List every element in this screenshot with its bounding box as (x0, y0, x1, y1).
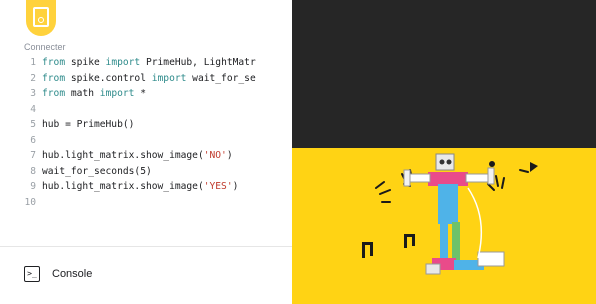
line-number: 1 (30, 57, 36, 68)
code-keyword: import (151, 72, 187, 84)
code-keyword: from (42, 57, 66, 68)
code-keyword: import (99, 88, 135, 99)
code-line[interactable]: 8 wait_for_seconds(5) (24, 164, 292, 180)
code-line[interactable]: 6 (24, 133, 292, 149)
code-token: hub.light_matrix.show_image( (42, 181, 204, 192)
code-token: hub.light_matrix.show_image( (42, 150, 204, 161)
line-number: 5 (30, 119, 36, 130)
code-token: wait_for_seconds(5) (42, 165, 152, 177)
divider (0, 246, 292, 247)
hub-icon (33, 7, 49, 27)
connection-label: Connecter (24, 42, 66, 52)
code-editor[interactable]: 1 from spike import PrimeHub, LightMatr 2 f… (24, 55, 292, 210)
code-token: * (134, 88, 146, 99)
line-number: 2 (30, 72, 36, 84)
code-line[interactable]: 2 from spike.control import wait_for_se (24, 71, 292, 87)
line-code: hub = PrimeHub() (42, 117, 134, 133)
line-number: 7 (30, 150, 36, 161)
line-number: 8 (30, 165, 36, 177)
line-number: 3 (30, 88, 36, 99)
code-token: spike.control (65, 72, 152, 84)
line-number: 9 (30, 181, 36, 192)
code-line[interactable]: 4 (24, 102, 292, 118)
code-string: 'YES' (203, 181, 233, 192)
console-label: Console (52, 268, 93, 280)
code-token: ) (232, 181, 239, 192)
code-string: 'NO' (203, 150, 227, 161)
code-line[interactable]: 9 hub.light_matrix.show_image('YES') (24, 179, 292, 195)
line-code: from spike import PrimeHub, LightMatr (42, 55, 256, 71)
code-token: spike (65, 57, 106, 68)
code-line[interactable]: 10 (24, 195, 292, 211)
line-number: 4 (30, 103, 36, 115)
line-code: from spike.control import wait_for_se (42, 71, 256, 87)
video-dark-area (292, 0, 596, 148)
dancing-robot-illustration (362, 153, 538, 275)
code-token: wait_for_se (186, 72, 256, 84)
line-code: from math import * (42, 86, 146, 102)
line-number: 10 (24, 196, 36, 208)
line-code: wait_for_seconds(5) (42, 164, 152, 180)
console-button[interactable]: >_ Console (24, 262, 92, 286)
line-code: hub.light_matrix.show_image('NO') (42, 148, 233, 164)
code-keyword: import (105, 57, 141, 68)
code-line[interactable]: 5 hub = PrimeHub() (24, 117, 292, 133)
code-token: hub = PrimeHub() (42, 119, 135, 130)
code-line[interactable]: 3 from math import * (24, 86, 292, 102)
line-number: 6 (30, 134, 36, 146)
code-line[interactable]: 7 hub.light_matrix.show_image('NO') (24, 148, 292, 164)
code-line[interactable]: 1 from spike import PrimeHub, LightMatr (24, 55, 292, 71)
console-icon: >_ (24, 266, 40, 282)
code-token: ) (226, 150, 233, 161)
code-keyword: from (42, 72, 66, 84)
video-panel (292, 0, 596, 304)
code-keyword: from (42, 88, 66, 99)
hub-connection-icon[interactable] (26, 0, 56, 36)
code-token: PrimeHub, LightMatr (140, 57, 256, 68)
code-token: math (65, 88, 100, 99)
line-code: hub.light_matrix.show_image('YES') (42, 179, 238, 195)
code-editor-panel: Connecter 1 from spike import PrimeHub, L… (0, 0, 292, 304)
